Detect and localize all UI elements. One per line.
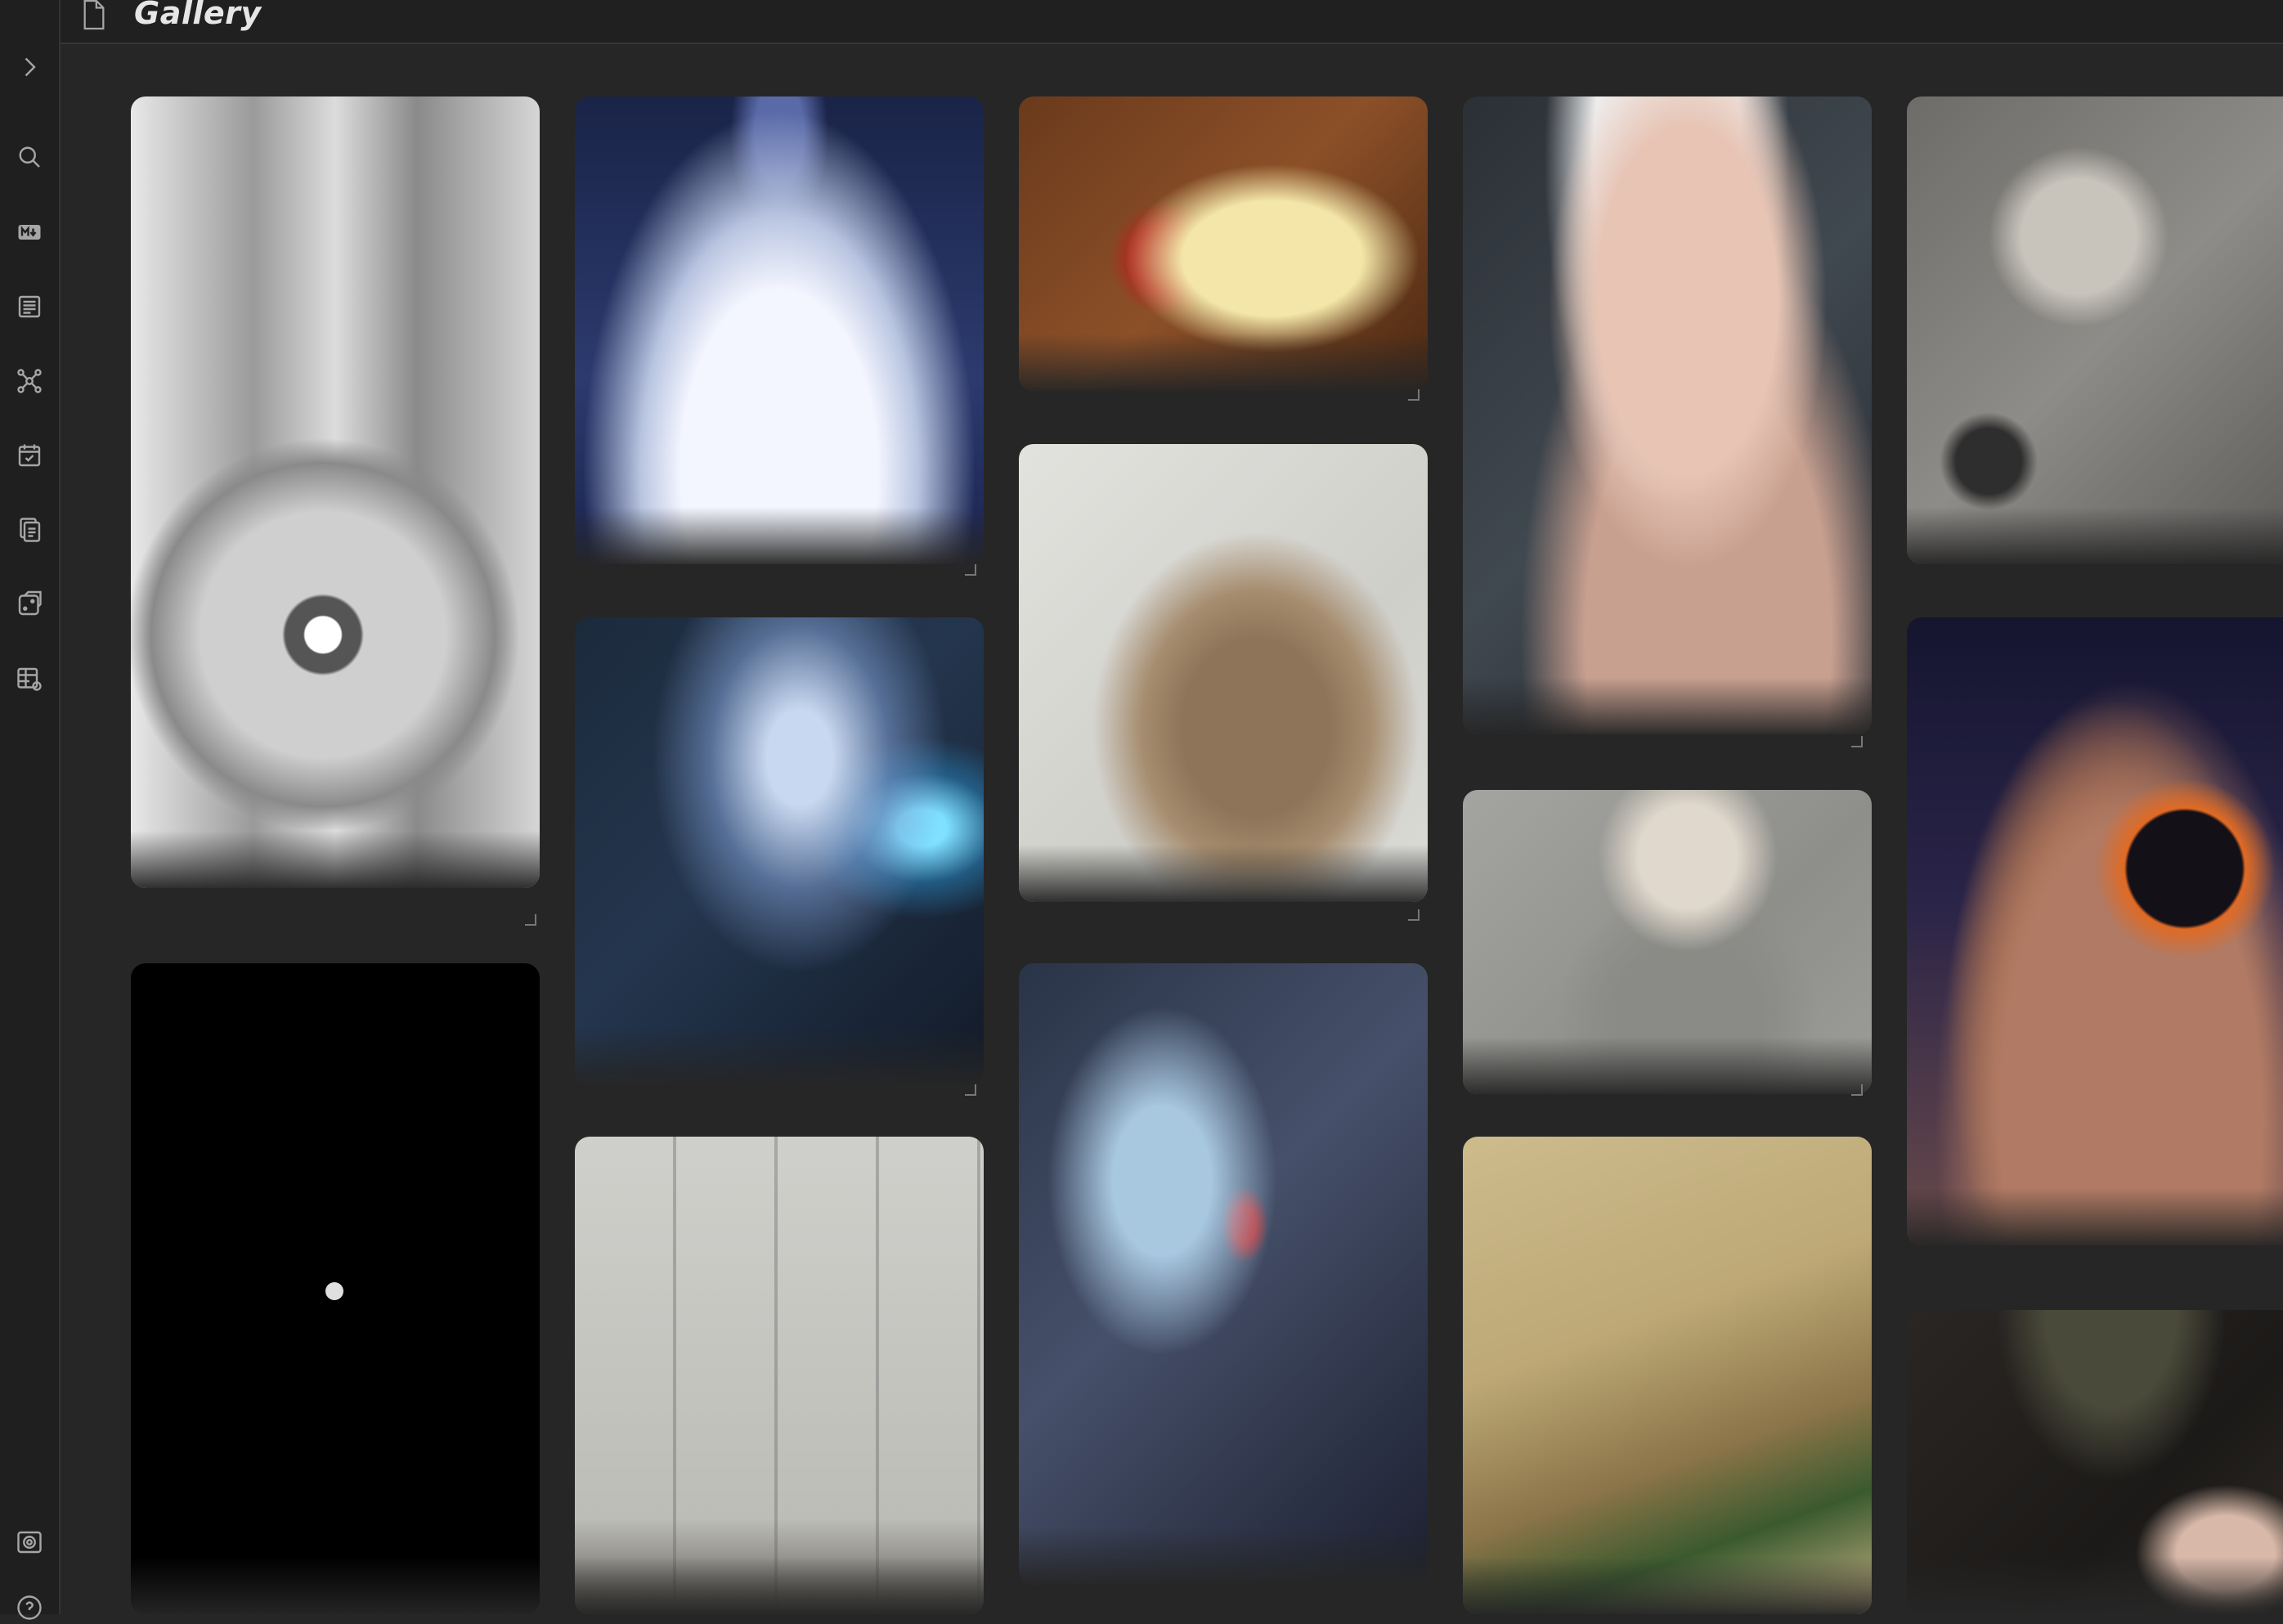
gallery-image-knight-and-princess[interactable] bbox=[1019, 963, 1428, 1585]
gallery-image-eclipse-planets[interactable] bbox=[1907, 617, 2283, 1245]
gallery-image-insect-creature-sketch[interactable] bbox=[1019, 444, 1428, 902]
expand-sidebar-icon[interactable] bbox=[13, 51, 46, 83]
page-title: Gallery bbox=[134, 0, 262, 31]
markdown-icon[interactable] bbox=[13, 216, 46, 249]
gallery-image-hooded-mage-with-spellbook[interactable] bbox=[575, 617, 984, 1085]
gallery-image-robot-eye-sketch[interactable] bbox=[131, 96, 540, 888]
gallery-image-tattooed-woman[interactable] bbox=[1463, 790, 1872, 1094]
dice-icon[interactable] bbox=[13, 588, 46, 621]
gallery-image-white-haired-woman-portrait[interactable] bbox=[1463, 96, 1872, 734]
file-icon bbox=[80, 0, 108, 31]
pages-icon[interactable] bbox=[13, 514, 46, 546]
gallery-image-skull-creature[interactable] bbox=[1907, 96, 2283, 564]
graph-view-icon[interactable] bbox=[13, 365, 46, 397]
vault-icon[interactable] bbox=[13, 1526, 46, 1559]
gallery-image-black-with-dot[interactable] bbox=[131, 963, 540, 1614]
gallery-image-open-old-book[interactable] bbox=[1463, 1137, 1872, 1614]
resize-handle[interactable] bbox=[1851, 736, 1863, 747]
resize-handle[interactable] bbox=[1851, 1084, 1863, 1096]
document-icon[interactable] bbox=[13, 290, 46, 323]
gallery-image-glowing-potion-flask[interactable] bbox=[575, 96, 984, 564]
calendar-check-icon[interactable] bbox=[13, 439, 46, 472]
gallery-image-girl-with-hat[interactable] bbox=[1907, 1310, 2283, 1614]
resize-handle[interactable] bbox=[525, 914, 536, 926]
search-icon[interactable] bbox=[13, 141, 46, 173]
table-settings-icon[interactable] bbox=[13, 662, 46, 695]
resize-handle[interactable] bbox=[965, 564, 976, 576]
white-dot bbox=[325, 1282, 343, 1300]
gallery-image-daggers-sketch[interactable] bbox=[575, 1137, 984, 1614]
help-icon[interactable] bbox=[13, 1591, 46, 1624]
resize-handle[interactable] bbox=[1408, 389, 1420, 401]
resize-handle[interactable] bbox=[965, 1084, 976, 1096]
ribbon-sidebar bbox=[0, 0, 61, 1620]
gallery-image-letters-with-wax-seal[interactable] bbox=[1019, 96, 1428, 391]
view-header: Gallery bbox=[61, 0, 2283, 44]
resize-handle[interactable] bbox=[1408, 909, 1420, 921]
